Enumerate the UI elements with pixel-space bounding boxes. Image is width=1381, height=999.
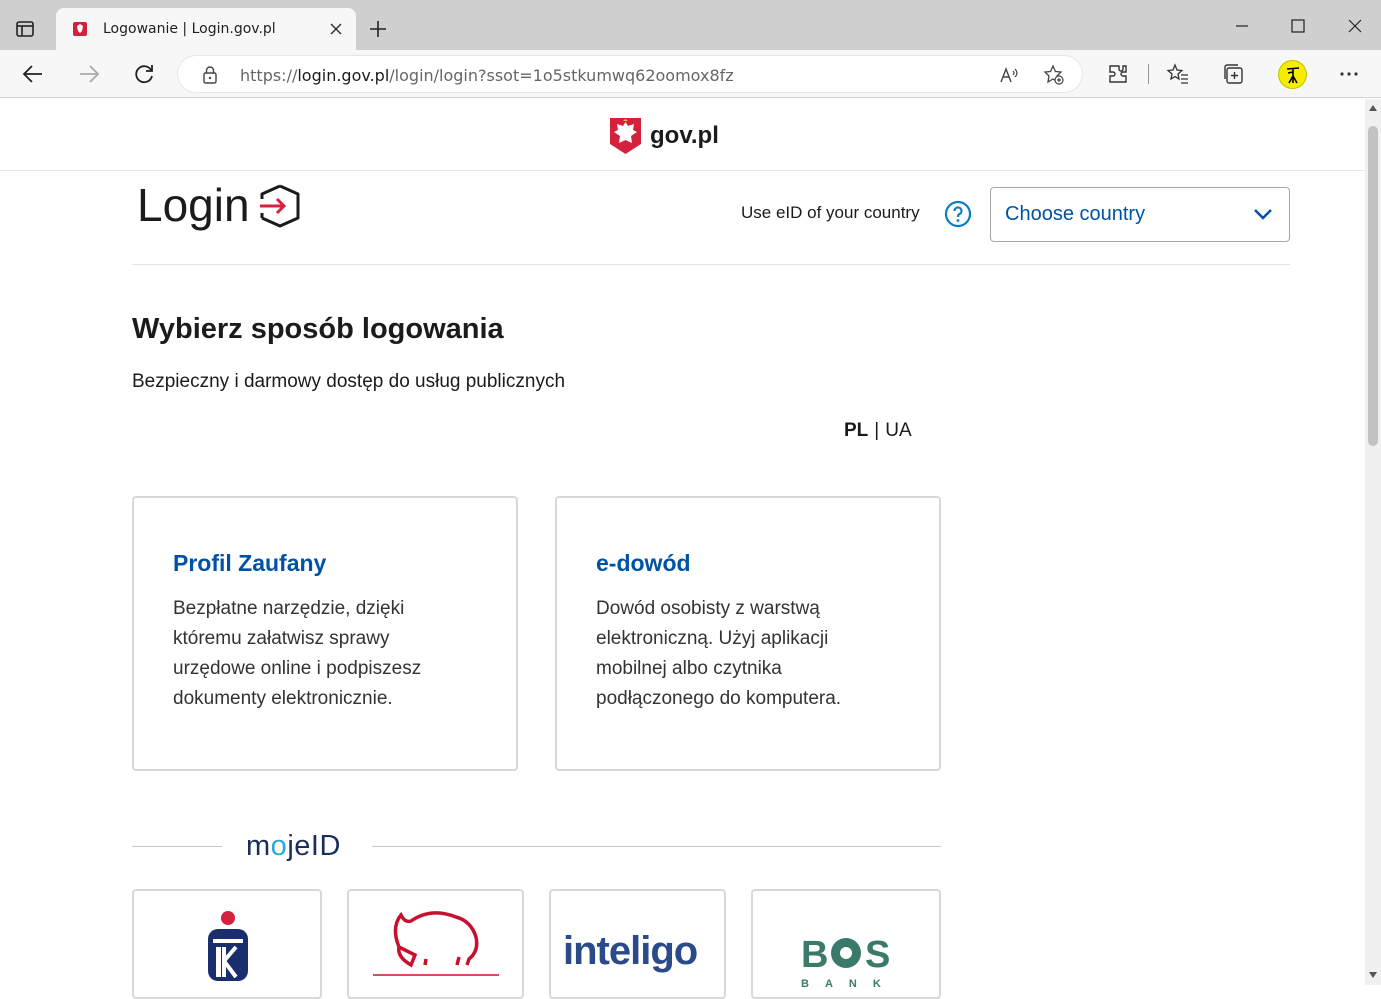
more-options-icon[interactable] — [1337, 62, 1361, 86]
maximize-icon[interactable] — [1286, 14, 1310, 38]
read-aloud-icon[interactable] — [998, 64, 1020, 86]
bos-bank-logo-icon: B S BANK — [801, 934, 895, 989]
page-subtitle: Bezpieczny i darmowy dostęp do usług pub… — [132, 371, 566, 392]
pekao-bison-logo-icon — [373, 911, 499, 976]
mojeid-divider-right — [372, 846, 941, 847]
e-dowod-card[interactable]: e-dowód Dowód osobisty z warstwą elektro… — [555, 496, 941, 771]
chevron-down-icon — [1254, 209, 1272, 220]
gov-logo[interactable]: gov.pl — [608, 116, 748, 156]
gov-favicon-icon — [73, 22, 87, 36]
help-question-icon[interactable] — [944, 200, 972, 228]
collections-icon[interactable] — [1222, 62, 1246, 86]
site-header: gov.pl — [0, 99, 1365, 171]
profile-figure-icon — [1286, 67, 1300, 84]
svg-text:B: B — [801, 934, 828, 976]
divider — [132, 264, 1290, 265]
card-title[interactable]: e-dowód — [596, 550, 691, 577]
bank-tile-bos[interactable]: B S BANK — [751, 889, 941, 999]
url-text: https://login.gov.pl/login/login?ssot=1o… — [240, 66, 734, 85]
back-arrow-icon[interactable] — [20, 61, 46, 87]
page-heading: Wybierz sposób logowania — [132, 313, 504, 345]
close-window-icon[interactable] — [1343, 14, 1367, 38]
bank-tile-pko[interactable] — [132, 889, 322, 999]
inteligo-logo-text: inteligo — [563, 929, 698, 973]
country-select[interactable]: Choose country — [990, 187, 1290, 242]
browser-tab-bar: Logowanie | Login.gov.pl — [0, 0, 1381, 50]
tab-actions-icon[interactable] — [14, 18, 36, 40]
mojeid-logo: mojeID — [246, 830, 341, 862]
tab-title: Logowanie | Login.gov.pl — [103, 21, 276, 37]
lang-ua-link[interactable]: UA — [885, 420, 911, 441]
mojeid-divider-left — [132, 846, 222, 847]
card-description: Dowód osobisty z warstwą elektroniczną. … — [596, 598, 842, 709]
add-favorite-icon[interactable] — [1043, 64, 1065, 86]
bank-tile-inteligo[interactable]: inteligo — [549, 889, 726, 999]
page-scrollbar[interactable] — [1365, 99, 1381, 985]
profile-avatar[interactable] — [1278, 60, 1307, 89]
card-description: Bezpłatne narzędzie, dzięki któremu zała… — [173, 598, 422, 709]
favorites-icon[interactable] — [1166, 62, 1190, 86]
bank-tile-pekao[interactable] — [347, 889, 524, 999]
extensions-icon[interactable] — [1106, 62, 1130, 86]
card-title[interactable]: Profil Zaufany — [173, 550, 326, 577]
active-tab[interactable]: Logowanie | Login.gov.pl — [56, 8, 356, 50]
scrollbar-thumb[interactable] — [1368, 126, 1378, 446]
forward-arrow-icon[interactable] — [76, 61, 102, 87]
lang-pl-link[interactable]: PL — [844, 420, 868, 441]
eid-label: Use eID of your country — [741, 203, 920, 222]
profil-zaufany-card[interactable]: Profil Zaufany Bezpłatne narzędzie, dzię… — [132, 496, 518, 771]
svg-text:S: S — [865, 934, 890, 976]
svg-text:BANK: BANK — [801, 978, 895, 989]
lang-separator: | — [874, 420, 880, 441]
pko-logo-icon — [208, 911, 248, 981]
new-tab-icon[interactable] — [367, 18, 389, 40]
gov-logo-text: gov.pl — [650, 122, 719, 149]
scroll-up-arrow-icon[interactable] — [1369, 105, 1377, 111]
refresh-icon[interactable] — [131, 61, 157, 87]
minimize-icon[interactable] — [1230, 14, 1254, 38]
login-arrow-icon — [260, 184, 300, 228]
address-bar[interactable]: https://login.gov.pl/login/login?ssot=1o… — [177, 55, 1083, 93]
lock-icon[interactable] — [202, 66, 218, 84]
browser-toolbar: https://login.gov.pl/login/login?ssot=1o… — [0, 50, 1381, 98]
login-title: Login — [137, 179, 250, 231]
toolbar-separator — [1148, 64, 1149, 84]
close-tab-icon[interactable] — [328, 21, 344, 37]
language-switcher: PL | UA — [844, 420, 912, 442]
polish-eagle-emblem-icon — [610, 118, 641, 154]
scroll-down-arrow-icon[interactable] — [1369, 972, 1377, 978]
country-select-value: Choose country — [1005, 203, 1146, 225]
